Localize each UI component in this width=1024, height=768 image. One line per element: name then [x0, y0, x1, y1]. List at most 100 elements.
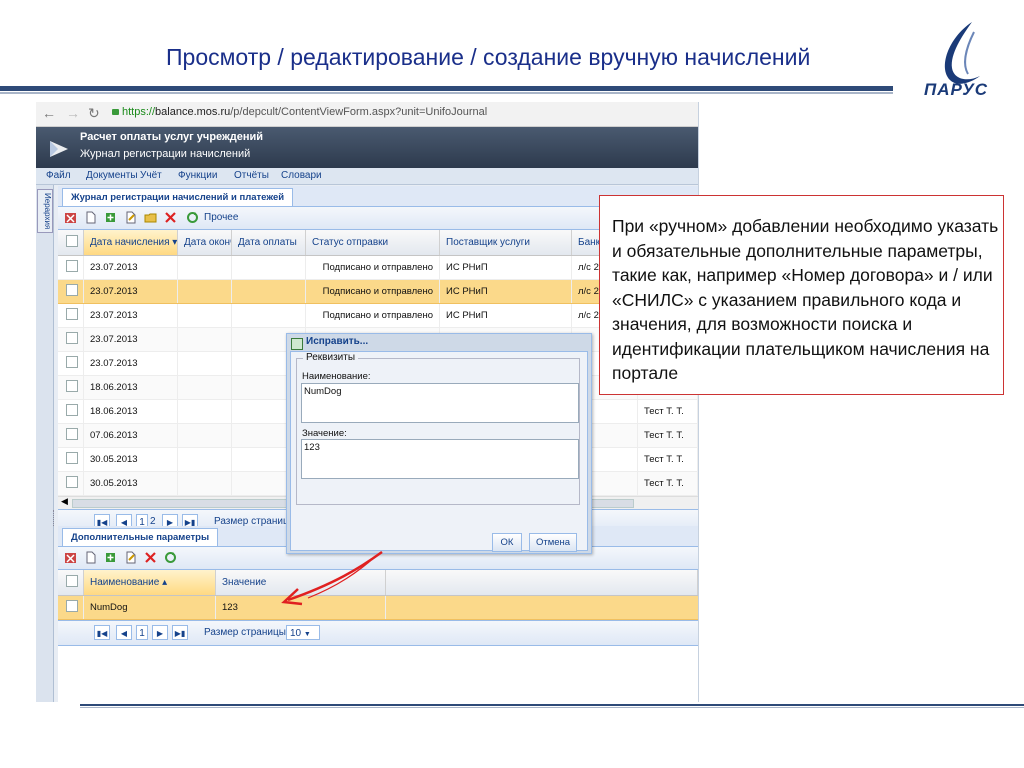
app-title: Расчет оплаты услуг учреждений — [80, 131, 264, 143]
supplier-cell: ИС РНиП — [440, 304, 572, 327]
row-checkbox[interactable] — [58, 376, 84, 399]
menu-accounting[interactable]: Учёт — [140, 170, 162, 181]
scroll-left-icon[interactable]: ◀ — [61, 496, 68, 507]
cancel-button[interactable]: Отмена — [529, 533, 577, 552]
refresh-icon[interactable] — [186, 211, 199, 224]
side-panel: Иерархия — [36, 185, 54, 702]
col-accrual-date-label: Дата начисления — [90, 237, 170, 248]
page-input[interactable]: 1 — [136, 625, 148, 640]
end-date-cell — [178, 328, 232, 351]
row-checkbox[interactable] — [58, 448, 84, 471]
accrual-date-cell: 23.07.2013 — [84, 352, 178, 375]
col-end-date[interactable]: Дата оконч — [178, 230, 232, 255]
last-page-icon[interactable]: ▶▮ — [172, 625, 188, 640]
accrual-date-cell: 18.06.2013 — [84, 400, 178, 423]
folder-icon[interactable] — [144, 211, 157, 224]
end-date-cell — [178, 256, 232, 279]
row-checkbox[interactable] — [58, 472, 84, 495]
footer-divider — [80, 704, 1024, 706]
edit-icon[interactable] — [124, 211, 137, 224]
supplier-cell: ИС РНиП — [440, 280, 572, 303]
tab-journal[interactable]: Журнал регистрации начислений и платежей — [62, 188, 294, 206]
select-all-checkbox[interactable] — [58, 570, 84, 595]
param-name-cell: NumDog — [84, 596, 216, 619]
payment-date-cell — [232, 280, 306, 303]
value-label: Значение: — [302, 428, 347, 439]
payer-cell: Тест Т. Т. — [638, 424, 698, 447]
accrual-date-cell: 18.06.2013 — [84, 376, 178, 399]
arrow-right-icon[interactable]: → — [66, 105, 80, 121]
delete-all-icon[interactable] — [64, 211, 77, 224]
row-checkbox[interactable] — [58, 280, 84, 303]
row-checkbox[interactable] — [58, 352, 84, 375]
row-checkbox[interactable] — [58, 328, 84, 351]
row-checkbox[interactable] — [58, 304, 84, 327]
next-page-icon[interactable]: ▶ — [152, 625, 168, 640]
new-document-icon[interactable] — [84, 551, 97, 564]
requisites-fieldset: Реквизиты Наименование: NumDog Значение:… — [296, 352, 580, 505]
dialog-title: Исправить... — [306, 336, 369, 347]
payment-date-cell — [232, 304, 306, 327]
new-document-icon[interactable] — [84, 211, 97, 224]
chevron-down-icon: ▼ — [303, 631, 311, 638]
hierarchy-tab[interactable]: Иерархия — [37, 189, 53, 233]
menu-reports[interactable]: Отчёты — [234, 170, 269, 181]
edit-dialog: Исправить... Реквизиты Наименование: Num… — [286, 333, 592, 554]
page-size-select[interactable]: 10 ▼ — [286, 625, 320, 640]
row-checkbox[interactable] — [58, 400, 84, 423]
tab-additional-params[interactable]: Дополнительные параметры — [62, 528, 219, 546]
value-field[interactable]: 123 — [301, 439, 579, 479]
end-date-cell — [178, 280, 232, 303]
select-all-checkbox[interactable] — [58, 230, 84, 255]
callout-box: При «ручном» добавлении необходимо указа… — [599, 195, 1004, 395]
payer-cell: Тест Т. Т. — [638, 472, 698, 495]
payment-date-cell — [232, 256, 306, 279]
col-supplier[interactable]: Поставщик услуги — [440, 230, 572, 255]
ok-button[interactable]: ОК — [492, 533, 522, 552]
arrow-left-icon[interactable]: ← — [42, 105, 56, 121]
refresh-icon[interactable] — [164, 551, 177, 564]
add-icon[interactable] — [104, 211, 117, 224]
row-checkbox[interactable] — [58, 256, 84, 279]
close-icon[interactable] — [144, 551, 157, 564]
splitter-handle[interactable] — [53, 510, 58, 526]
col-empty — [386, 570, 698, 595]
col-payment-date[interactable]: Дата оплаты — [232, 230, 306, 255]
col-status[interactable]: Статус отправки — [306, 230, 440, 255]
sort-asc-icon: ▴ — [162, 577, 168, 588]
prev-page-icon[interactable]: ◀ — [116, 625, 132, 640]
url-protocol: https:// — [122, 106, 156, 118]
accrual-date-cell: 23.07.2013 — [84, 328, 178, 351]
browser-toolbar: ← → ↻ https://balance.mos.ru/p/depcult/C… — [36, 102, 698, 127]
sort-desc-icon: ▾ — [172, 237, 178, 248]
address-bar[interactable]: https://balance.mos.ru/p/depcult/Content… — [112, 106, 692, 122]
page-size-value: 10 — [290, 628, 302, 639]
menu-functions[interactable]: Функции — [178, 170, 217, 181]
header-divider — [0, 86, 893, 91]
accrual-date-cell: 23.07.2013 — [84, 256, 178, 279]
params-pager: ▮◀ ◀ 1 ▶ ▶▮ Размер страницы: 10 ▼ — [58, 620, 698, 646]
app-subtitle: Журнал регистрации начислений — [80, 148, 251, 160]
menu-documents[interactable]: Документы — [86, 170, 138, 181]
reload-icon[interactable]: ↻ — [88, 105, 100, 122]
add-icon[interactable] — [104, 551, 117, 564]
form-icon — [291, 338, 303, 350]
first-page-icon[interactable]: ▮◀ — [94, 625, 110, 640]
col-accrual-date[interactable]: Дата начисления ▾ — [84, 230, 178, 255]
delete-all-icon[interactable] — [64, 551, 77, 564]
other-menu[interactable]: Прочее — [204, 212, 238, 223]
menu-dictionaries[interactable]: Словари — [281, 170, 322, 181]
row-checkbox[interactable] — [58, 424, 84, 447]
edit-icon[interactable] — [124, 551, 137, 564]
menu-file[interactable]: Файл — [46, 170, 71, 181]
close-icon[interactable] — [164, 211, 177, 224]
name-field[interactable]: NumDog — [301, 383, 579, 423]
end-date-cell — [178, 472, 232, 495]
row-checkbox[interactable] — [58, 596, 84, 619]
col-name[interactable]: Наименование ▴ — [84, 570, 216, 595]
end-date-cell — [178, 304, 232, 327]
page-size-label: Размер страницы: — [204, 627, 289, 638]
supplier-cell: ИС РНиП — [440, 256, 572, 279]
logo-text: ПАРУС — [924, 80, 988, 99]
app-logo-icon — [50, 141, 68, 157]
